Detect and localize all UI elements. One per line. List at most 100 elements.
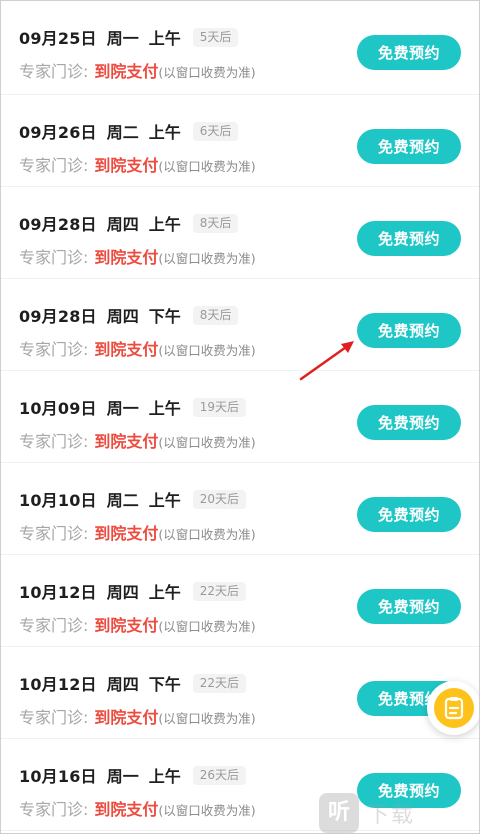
days-until-badge: 19天后	[192, 397, 247, 417]
period-text: 上午	[148, 215, 181, 234]
date-text: 10月10日	[19, 491, 97, 510]
book-button[interactable]: 免费预约	[357, 35, 461, 70]
date-text: 09月28日	[19, 215, 97, 234]
days-until-badge: 22天后	[192, 581, 247, 601]
row-header: 10月16日 周一 上午 26天后	[19, 765, 247, 786]
weekday-text: 周一	[106, 399, 139, 418]
appointment-list: 09月25日 周一 上午 5天后 专家门诊: 到院支付 (以窗口收费为准) 免费…	[1, 1, 479, 831]
appointment-row: 09月28日 周四 上午 8天后 专家门诊: 到院支付 (以窗口收费为准) 免费…	[1, 187, 479, 279]
row-payment-info: 专家门诊: 到院支付 (以窗口收费为准)	[19, 336, 256, 360]
clinic-type-label: 专家门诊:	[19, 800, 89, 819]
payment-method: 到院支付	[94, 248, 159, 267]
payment-method: 到院支付	[94, 708, 159, 727]
row-payment-info: 专家门诊: 到院支付 (以窗口收费为准)	[19, 428, 256, 452]
days-until-badge: 8天后	[192, 305, 239, 325]
clinic-type-label: 专家门诊:	[19, 340, 89, 359]
clinic-type-label: 专家门诊:	[19, 524, 89, 543]
appointment-row: 10月12日 周四 下午 22天后 专家门诊: 到院支付 (以窗口收费为准) 免…	[1, 647, 479, 739]
payment-method: 到院支付	[94, 800, 159, 819]
period-text: 下午	[148, 307, 181, 326]
appointment-row: 09月26日 周二 上午 6天后 专家门诊: 到院支付 (以窗口收费为准) 免费…	[1, 95, 479, 187]
payment-note: (以窗口收费为准)	[158, 159, 256, 174]
period-text: 上午	[148, 491, 181, 510]
row-payment-info: 专家门诊: 到院支付 (以窗口收费为准)	[19, 58, 256, 82]
appointment-row: 10月09日 周一 上午 19天后 专家门诊: 到院支付 (以窗口收费为准) 免…	[1, 371, 479, 463]
payment-note: (以窗口收费为准)	[158, 527, 256, 542]
row-header: 10月12日 周四 上午 22天后	[19, 581, 247, 602]
row-payment-info: 专家门诊: 到院支付 (以窗口收费为准)	[19, 796, 256, 820]
days-until-badge: 8天后	[192, 213, 239, 233]
red-arrow-icon	[299, 341, 354, 381]
book-button[interactable]: 免费预约	[357, 129, 461, 164]
book-button[interactable]: 免费预约	[357, 405, 461, 440]
period-text: 上午	[148, 583, 181, 602]
book-button[interactable]: 免费预约	[357, 313, 461, 348]
payment-method: 到院支付	[94, 432, 159, 451]
note-icon	[434, 688, 474, 728]
payment-note: (以窗口收费为准)	[158, 803, 256, 818]
date-text: 09月28日	[19, 307, 97, 326]
row-header: 10月10日 周二 上午 20天后	[19, 489, 247, 510]
appointment-row: 10月10日 周二 上午 20天后 专家门诊: 到院支付 (以窗口收费为准) 免…	[1, 463, 479, 555]
row-header: 10月12日 周四 下午 22天后	[19, 673, 247, 694]
row-header: 09月28日 周四 上午 8天后	[19, 213, 239, 234]
period-text: 下午	[148, 675, 181, 694]
clinic-type-label: 专家门诊:	[19, 156, 89, 175]
row-payment-info: 专家门诊: 到院支付 (以窗口收费为准)	[19, 152, 256, 176]
clinic-type-label: 专家门诊:	[19, 432, 89, 451]
payment-method: 到院支付	[94, 340, 159, 359]
payment-note: (以窗口收费为准)	[158, 343, 256, 358]
period-text: 上午	[148, 399, 181, 418]
appointment-row: 09月28日 周四 下午 8天后 专家门诊: 到院支付 (以窗口收费为准) 免费…	[1, 279, 479, 371]
appointment-row: 10月12日 周四 上午 22天后 专家门诊: 到院支付 (以窗口收费为准) 免…	[1, 555, 479, 647]
watermark-text: 下载	[367, 803, 416, 828]
weekday-text: 周一	[106, 767, 139, 786]
weekday-text: 周一	[106, 29, 139, 48]
days-until-badge: 20天后	[192, 489, 247, 509]
weekday-text: 周四	[106, 583, 139, 602]
row-header: 09月26日 周二 上午 6天后	[19, 121, 239, 142]
payment-note: (以窗口收费为准)	[158, 251, 256, 266]
floating-note-button[interactable]	[427, 681, 479, 735]
payment-method: 到院支付	[94, 616, 159, 635]
clinic-type-label: 专家门诊:	[19, 62, 89, 81]
weekday-text: 周二	[106, 491, 139, 510]
row-payment-info: 专家门诊: 到院支付 (以窗口收费为准)	[19, 704, 256, 728]
weekday-text: 周四	[106, 675, 139, 694]
date-text: 09月26日	[19, 123, 97, 142]
book-button[interactable]: 免费预约	[357, 221, 461, 256]
date-text: 10月12日	[19, 583, 97, 602]
book-button[interactable]: 免费预约	[357, 497, 461, 532]
date-text: 09月25日	[19, 29, 97, 48]
schedule-screen: 09月25日 周一 上午 5天后 专家门诊: 到院支付 (以窗口收费为准) 免费…	[0, 0, 480, 834]
clinic-type-label: 专家门诊:	[19, 616, 89, 635]
watermark: 听 下载	[319, 791, 479, 833]
period-text: 上午	[148, 29, 181, 48]
row-header: 09月25日 周一 上午 5天后	[19, 27, 239, 48]
listen-logo-icon: 听	[319, 793, 359, 833]
row-header: 09月28日 周四 下午 8天后	[19, 305, 239, 326]
payment-note: (以窗口收费为准)	[158, 619, 256, 634]
date-text: 10月12日	[19, 675, 97, 694]
payment-method: 到院支付	[94, 524, 159, 543]
payment-note: (以窗口收费为准)	[158, 435, 256, 450]
payment-method: 到院支付	[94, 62, 159, 81]
payment-note: (以窗口收费为准)	[158, 711, 256, 726]
payment-note: (以窗口收费为准)	[158, 65, 256, 80]
days-until-badge: 6天后	[192, 121, 239, 141]
row-payment-info: 专家门诊: 到院支付 (以窗口收费为准)	[19, 612, 256, 636]
period-text: 上午	[148, 767, 181, 786]
clinic-type-label: 专家门诊:	[19, 708, 89, 727]
weekday-text: 周四	[106, 307, 139, 326]
days-until-badge: 22天后	[192, 673, 247, 693]
date-text: 10月16日	[19, 767, 97, 786]
appointment-row: 09月25日 周一 上午 5天后 专家门诊: 到院支付 (以窗口收费为准) 免费…	[1, 1, 479, 95]
book-button[interactable]: 免费预约	[357, 589, 461, 624]
row-payment-info: 专家门诊: 到院支付 (以窗口收费为准)	[19, 520, 256, 544]
payment-method: 到院支付	[94, 156, 159, 175]
days-until-badge: 26天后	[192, 765, 247, 785]
clinic-type-label: 专家门诊:	[19, 248, 89, 267]
weekday-text: 周二	[106, 123, 139, 142]
date-text: 10月09日	[19, 399, 97, 418]
row-payment-info: 专家门诊: 到院支付 (以窗口收费为准)	[19, 244, 256, 268]
